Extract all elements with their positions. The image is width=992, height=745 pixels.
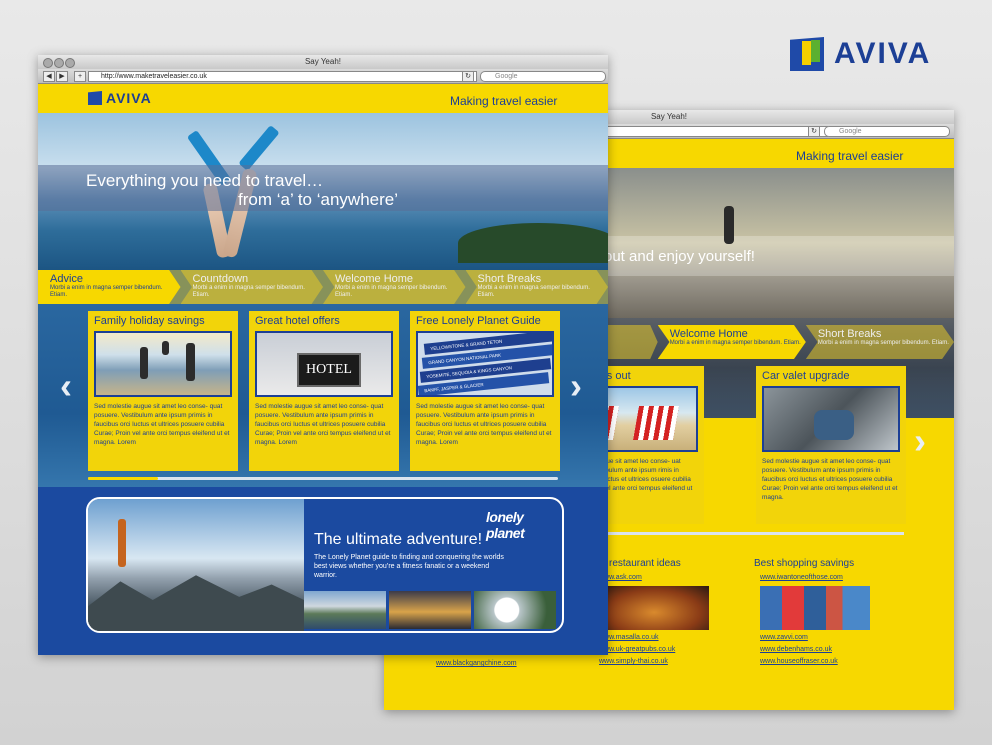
back-tagline: Making travel easier bbox=[796, 149, 904, 163]
card-title: Free Lonely Planet Guide bbox=[416, 315, 541, 327]
card-hotel-offers[interactable]: Great hotel offers HOTEL Sed molestie au… bbox=[249, 311, 399, 471]
card-text: Sed molestie augue sit amet leo conse- q… bbox=[416, 403, 552, 446]
back-tabs: own Welcome HomeMorbi a enim in magna se… bbox=[564, 325, 954, 359]
card-text: Sed molestie augue sit amet leo conse- q… bbox=[255, 403, 391, 446]
aviva-mark-icon bbox=[88, 91, 102, 105]
tab-advice[interactable]: Advice Morbi a enim in magna semper biben… bbox=[38, 270, 181, 304]
prev-arrow-icon[interactable]: ‹ bbox=[60, 365, 72, 407]
add-tab-icon[interactable]: + bbox=[74, 71, 86, 82]
card-text: Sed molestie augue sit amet leo conse- q… bbox=[94, 403, 230, 446]
carousel-progress[interactable] bbox=[88, 477, 558, 480]
tab-short-breaks[interactable]: Short Breaks Morbi a enim in magna semper… bbox=[465, 270, 608, 304]
front-window-toolbar: ◀ ▶ + http://www.maketraveleasier.co.uk … bbox=[38, 69, 608, 84]
back-tab-welcome-home[interactable]: Welcome Home Morbi a enim in magna semper… bbox=[657, 325, 806, 359]
zoom-window-icon[interactable] bbox=[65, 58, 75, 68]
back-card-car-valet[interactable]: Car valet upgrade Sed molestie augue sit… bbox=[756, 366, 906, 524]
front-window-titlebar: Say Yeah! bbox=[38, 55, 608, 69]
site-logo-word: AVIVA bbox=[106, 90, 152, 106]
hero-line-1: Everything you need to travel… bbox=[86, 171, 324, 190]
pizza-photo bbox=[599, 586, 709, 630]
front-reload-icon[interactable]: ↻ bbox=[462, 71, 474, 82]
card-lonely-planet-guide[interactable]: Free Lonely Planet Guide YELLOWSTONE & G… bbox=[410, 311, 560, 471]
shopping-heading: Best shopping savings bbox=[754, 558, 855, 569]
shopping-link[interactable]: www.debenhams.co.uk bbox=[760, 644, 838, 656]
close-window-icon[interactable] bbox=[43, 58, 53, 68]
tab-welcome-home[interactable]: Welcome Home Morbi a enim in magna semper… bbox=[323, 270, 466, 304]
card-family-savings[interactable]: Family holiday savings Sed molestie augu… bbox=[88, 311, 238, 471]
car-valet-photo bbox=[762, 386, 900, 452]
back-progress bbox=[604, 532, 904, 535]
front-hero: Everything you need to travel… from ‘a’ … bbox=[38, 113, 608, 270]
sunset-photo bbox=[389, 591, 471, 629]
front-window-title: Say Yeah! bbox=[304, 57, 342, 66]
card-title: Great hotel offers bbox=[255, 315, 340, 327]
left-links: www.blackgangchine.com bbox=[436, 658, 517, 670]
aviva-mark-icon bbox=[790, 37, 824, 71]
front-tagline: Making travel easier bbox=[450, 94, 558, 108]
restaurant-heading: w restaurant ideas bbox=[599, 558, 681, 569]
shopping-link[interactable]: www.zavvi.com bbox=[760, 632, 838, 644]
lake-photo bbox=[304, 591, 386, 629]
adventure-title: The ultimate adventure! bbox=[314, 531, 483, 548]
front-browser-window: Say Yeah! ◀ ▶ + http://www.maketraveleas… bbox=[38, 55, 608, 655]
forward-arrow-icon[interactable]: ▶ bbox=[56, 71, 68, 82]
island-shape bbox=[458, 223, 608, 263]
hotel-sign-text: HOTEL bbox=[297, 353, 361, 387]
front-search-box[interactable]: Google bbox=[480, 71, 606, 82]
lonely-planet-logo: lonely planet bbox=[486, 509, 525, 541]
shopping-links-more: www.zavvi.com www.debenhams.co.uk www.ho… bbox=[760, 632, 838, 668]
zorb-photo bbox=[474, 591, 556, 629]
shopping-link[interactable]: www.iwantoneofthose.com bbox=[760, 572, 843, 584]
back-hero-text: out and enjoy yourself! bbox=[604, 248, 755, 265]
site-logo[interactable]: AVIVA bbox=[88, 90, 152, 106]
aviva-corner-logo: AVIVA bbox=[790, 36, 931, 72]
next-arrow-icon[interactable]: › bbox=[570, 365, 582, 407]
back-next-arrow[interactable]: › bbox=[914, 420, 926, 462]
family-beach-photo bbox=[94, 331, 232, 397]
front-tabs: Advice Morbi a enim in magna semper biben… bbox=[38, 270, 608, 304]
card-text: Sed molestie augue sit amet leo conse- q… bbox=[762, 458, 898, 501]
restaurant-links-more: www.masalla.co.uk www.uk-greatpubs.co.uk… bbox=[599, 632, 675, 668]
mountain-hiker-photo bbox=[88, 499, 304, 631]
shopping-photo bbox=[760, 586, 870, 630]
back-tab-short-breaks[interactable]: Short Breaks Morbi a enim in magna semper… bbox=[805, 325, 954, 359]
back-reload-icon[interactable]: ↻ bbox=[808, 126, 820, 137]
hero-line-2: from ‘a’ to ‘anywhere’ bbox=[238, 190, 398, 209]
shopping-link[interactable]: www.houseoffraser.co.uk bbox=[760, 656, 838, 668]
shopping-links: www.iwantoneofthose.com bbox=[760, 572, 843, 584]
restaurant-link[interactable]: www.simply-thai.co.uk bbox=[599, 656, 675, 668]
back-search-box[interactable]: Google bbox=[824, 126, 950, 137]
restaurant-link[interactable]: www.uk-greatpubs.co.uk bbox=[599, 644, 675, 656]
back-hero-figure bbox=[724, 206, 734, 244]
minimize-window-icon[interactable] bbox=[54, 58, 64, 68]
card-title: Car valet upgrade bbox=[762, 370, 850, 382]
card-title: Family holiday savings bbox=[94, 315, 205, 327]
aviva-wordmark: AVIVA bbox=[834, 37, 932, 70]
front-address-bar[interactable]: http://www.maketraveleasier.co.uk bbox=[88, 71, 477, 82]
adventure-panel[interactable]: lonely planet The ultimate adventure! Th… bbox=[86, 497, 564, 633]
back-window-title: Say Yeah! bbox=[650, 112, 688, 121]
hotel-sign-photo: HOTEL bbox=[255, 331, 393, 397]
tab-countdown[interactable]: Countdown Morbi a enim in magna semper bi… bbox=[180, 270, 323, 304]
restaurant-link[interactable]: www.masalla.co.uk bbox=[599, 632, 675, 644]
left-link[interactable]: www.blackgangchine.com bbox=[436, 658, 517, 670]
adventure-description: The Lonely Planet guide to finding and c… bbox=[314, 554, 504, 579]
guide-books-photo: YELLOWSTONE & GRAND TETON GRAND CANYON N… bbox=[416, 331, 554, 397]
back-arrow-icon[interactable]: ◀ bbox=[43, 71, 55, 82]
